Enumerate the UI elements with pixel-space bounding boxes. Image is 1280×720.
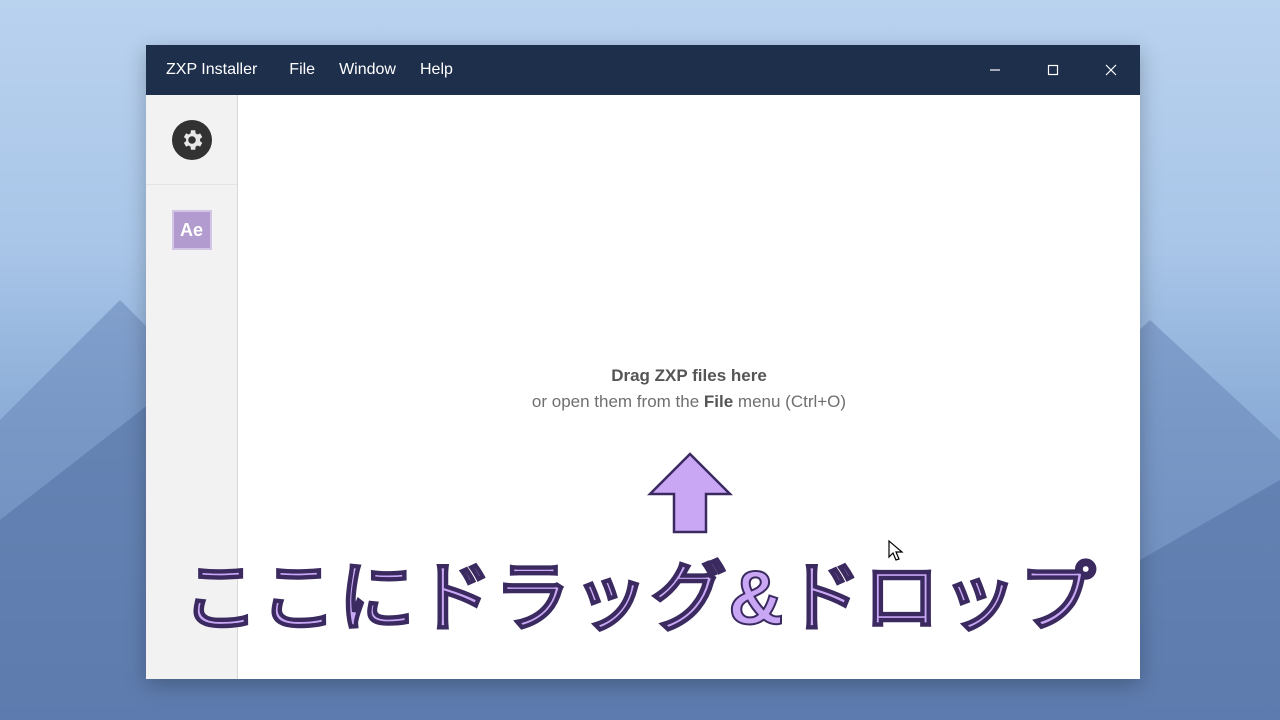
app-title: ZXP Installer [146, 61, 277, 79]
desktop-background: ZXP Installer File Window Help [0, 0, 1280, 720]
menu-file[interactable]: File [277, 45, 327, 95]
drop-line2-pre: or open them from the [532, 392, 704, 411]
menu-bar: File Window Help [277, 45, 465, 95]
sidebar: Ae [146, 95, 238, 679]
maximize-button[interactable] [1024, 45, 1082, 95]
sidebar-settings[interactable] [146, 95, 237, 185]
drop-line2: or open them from the File menu (Ctrl+O) [238, 389, 1140, 415]
menu-window[interactable]: Window [327, 45, 408, 95]
drop-zone[interactable]: Drag ZXP files here or open them from th… [238, 95, 1140, 679]
close-button[interactable] [1082, 45, 1140, 95]
minimize-button[interactable] [966, 45, 1024, 95]
drop-zone-text: Drag ZXP files here or open them from th… [238, 363, 1140, 416]
drop-line2-bold: File [704, 392, 733, 411]
gear-icon [172, 120, 212, 160]
sidebar-ae[interactable]: Ae [146, 185, 237, 275]
drop-line2-post: menu (Ctrl+O) [733, 392, 846, 411]
titlebar[interactable]: ZXP Installer File Window Help [146, 45, 1140, 95]
window-body: Ae Drag ZXP files here or open them from… [146, 95, 1140, 679]
window-controls [966, 45, 1140, 95]
ae-label: Ae [180, 220, 203, 241]
menu-help[interactable]: Help [408, 45, 465, 95]
drop-line1: Drag ZXP files here [238, 363, 1140, 389]
ae-icon: Ae [172, 210, 212, 250]
app-window: ZXP Installer File Window Help [146, 45, 1140, 679]
